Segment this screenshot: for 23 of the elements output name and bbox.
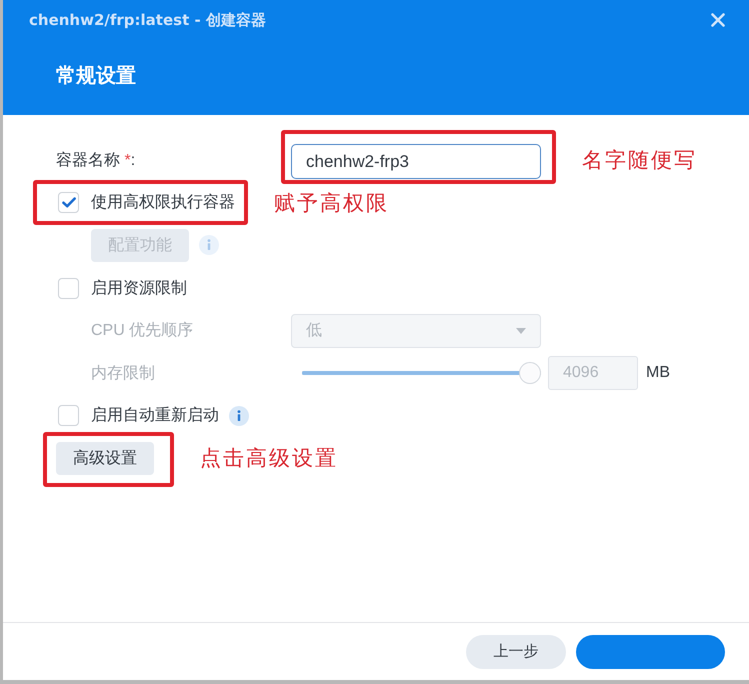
checkbox-label: 启用自动重新启动 — [91, 406, 219, 426]
field-label: 容器名称 *: — [56, 150, 136, 171]
back-button[interactable]: 上一步 — [466, 634, 566, 668]
window-title: chenhw2/frp:latest - 创建容器 — [29, 10, 266, 30]
annotation-note: 赋予高权限 — [274, 190, 389, 217]
checkmark-icon — [62, 197, 76, 208]
unit-label: MB — [646, 364, 670, 382]
close-icon[interactable] — [711, 13, 725, 27]
action-button[interactable]: 高级设置 — [56, 442, 154, 476]
checkbox-label: 启用资源限制 — [91, 278, 187, 299]
checkbox-label: 使用高权限执行容器 — [91, 192, 235, 214]
checkbox[interactable] — [58, 405, 79, 426]
caret-icon — [516, 328, 526, 334]
field-label: CPU 优先顺序 — [91, 320, 194, 342]
annotation-note: 名字随便写 — [582, 147, 697, 174]
checkbox[interactable] — [58, 278, 79, 299]
primary-button[interactable] — [576, 634, 725, 668]
section-title: 常规设置 — [56, 64, 136, 88]
field-label: 内存限制 — [91, 364, 156, 384]
annotation-note: 点击高级设置 — [200, 445, 338, 472]
info-icon[interactable] — [229, 406, 249, 426]
checkbox[interactable] — [58, 192, 79, 214]
name-input[interactable]: chenhw2-frp3 — [291, 144, 541, 180]
